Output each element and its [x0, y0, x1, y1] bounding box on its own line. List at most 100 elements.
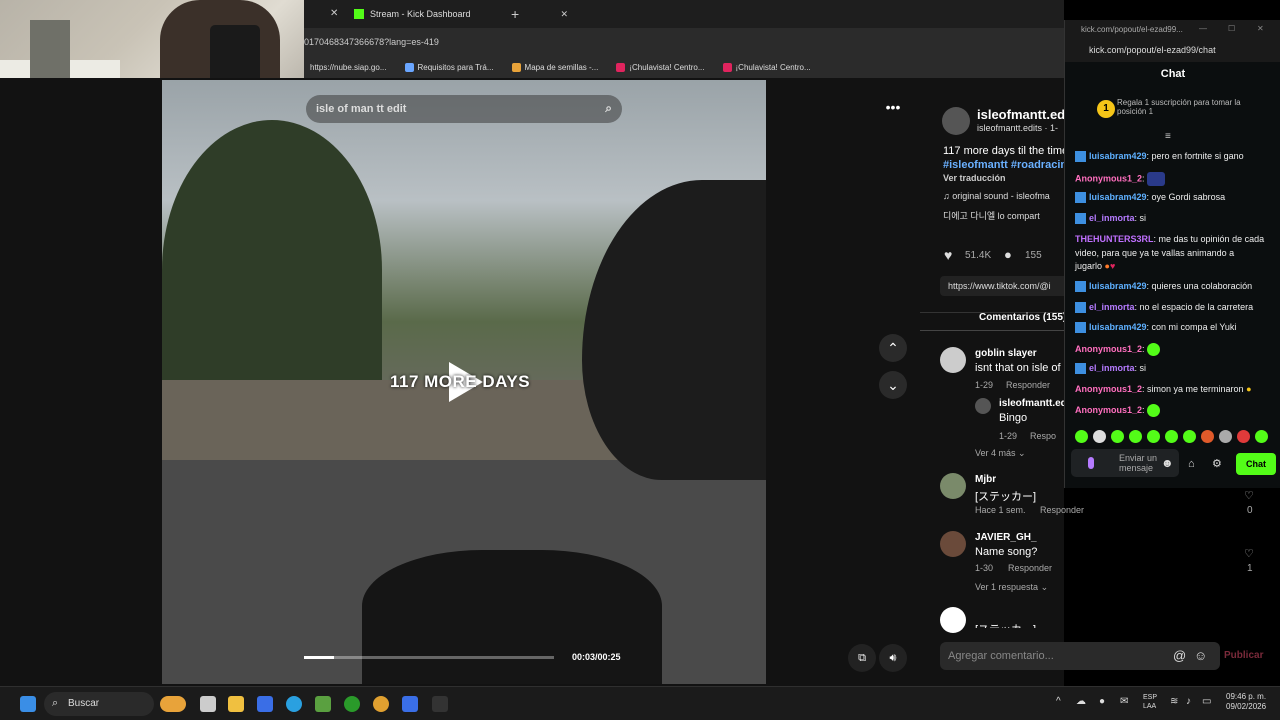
emote-icon[interactable] [1183, 430, 1196, 443]
chat-user[interactable]: THEHUNTERS3RL [1075, 234, 1154, 244]
volume-icon[interactable]: ♪ [1186, 696, 1191, 707]
comment-user[interactable]: isleofmantt.edi [999, 398, 1064, 409]
post-hashtags[interactable]: #isleofmantt #roadracin [943, 159, 1064, 171]
comment-user[interactable]: Mjbr [975, 474, 996, 485]
comment-input[interactable]: Agregar comentario... @ ☺ [940, 642, 1220, 670]
emote-icon[interactable] [1165, 430, 1178, 443]
bookmark-4[interactable]: ¡Chulavista! Centro... [616, 62, 705, 72]
task-view-icon[interactable] [200, 696, 216, 712]
avatar[interactable] [975, 398, 991, 414]
wifi-icon[interactable]: ≋ [1170, 696, 1178, 707]
microphone-icon[interactable] [1088, 457, 1094, 469]
translate-link[interactable]: Ver traducción [943, 173, 1006, 183]
previous-video-button[interactable]: ⌃ [879, 334, 907, 362]
message-icon[interactable]: ✉ [1120, 696, 1128, 707]
comment-user[interactable]: JAVIER_GH_ [975, 532, 1037, 543]
reply-button[interactable]: Respo [1030, 431, 1056, 441]
taskbar-search[interactable]: ⌕ Buscar [44, 692, 154, 716]
send-chat-button[interactable]: Chat [1236, 453, 1276, 475]
view-more-replies[interactable]: Ver 4 más ⌄ [975, 448, 1026, 459]
avatar[interactable] [940, 607, 966, 633]
bookmark-5[interactable]: ¡Chulavista! Centro... [722, 62, 811, 72]
sound-row[interactable]: ♫ original sound - isleofma [943, 191, 1050, 201]
avatar[interactable] [940, 473, 966, 499]
emote-icon[interactable] [1129, 430, 1142, 443]
comment-user[interactable]: goblin slayer [975, 348, 1037, 359]
mention-icon[interactable]: @ [1173, 648, 1186, 663]
progress-track[interactable] [304, 656, 554, 659]
close-icon[interactable]: ✕ [561, 9, 569, 20]
bookmark-2[interactable]: Requisitos para Trá... [404, 62, 494, 72]
new-tab-button[interactable]: + [511, 6, 519, 22]
chat-user[interactable]: luisabram429 [1089, 322, 1147, 332]
mic-icon[interactable]: ● [1099, 696, 1105, 707]
chat-user[interactable]: Anonymous1_2 [1075, 405, 1142, 415]
emote-icon[interactable] [1237, 430, 1250, 443]
address-bar[interactable]: 0170468347366678?lang=es-419 [304, 28, 1064, 56]
store-icon[interactable]: ⌂ [1188, 458, 1195, 470]
search-input[interactable]: isle of man tt edit ⌕ [306, 95, 622, 123]
outlook-icon[interactable] [402, 696, 418, 712]
emote-icon[interactable] [1255, 430, 1268, 443]
reply-button[interactable]: Responder [1040, 505, 1084, 515]
bookmark-1[interactable]: https://nube.siap.go... [310, 63, 387, 72]
avatar[interactable] [940, 531, 966, 557]
post-comment-button[interactable]: Publicar [1224, 650, 1263, 661]
next-video-button[interactable]: ⌄ [879, 371, 907, 399]
collapse-icon[interactable]: ≡ [1165, 131, 1171, 142]
chat-message-input[interactable]: Enviar un mensaje ☻ [1071, 449, 1179, 477]
view-replies[interactable]: Ver 1 respuesta ⌄ [975, 582, 1048, 593]
chat-user[interactable]: Anonymous1_2 [1075, 173, 1142, 183]
gear-icon[interactable]: ⚙ [1212, 457, 1222, 470]
more-options-icon[interactable]: ••• [879, 93, 907, 121]
share-link-field[interactable]: https://www.tiktok.com/@i [940, 276, 1064, 296]
comment-icon[interactable]: ● [1004, 247, 1012, 262]
emote-icon[interactable] [1111, 430, 1124, 443]
chat-user[interactable]: Anonymous1_2 [1075, 344, 1142, 354]
minecraft-icon[interactable] [315, 696, 331, 712]
tab-kick-dashboard[interactable]: Stream - Kick Dashboard ✕ [354, 4, 568, 24]
close-icon[interactable]: ✕ [1257, 24, 1264, 33]
edge-icon[interactable] [286, 696, 302, 712]
heart-icon[interactable]: ♡ [1244, 489, 1254, 502]
chat-user[interactable]: luisabram429 [1089, 192, 1147, 202]
search-icon[interactable]: ⌕ [605, 101, 612, 116]
app-icon[interactable] [432, 696, 448, 712]
minimize-icon[interactable]: — [1199, 24, 1207, 33]
clock[interactable]: 09:46 p. m. 09/02/2026 [1226, 692, 1266, 712]
xbox-icon[interactable] [344, 696, 360, 712]
chrome-icon[interactable] [373, 696, 389, 712]
gift-sub-promo[interactable]: Regala 1 suscripción para tomar la posic… [1089, 98, 1269, 116]
heart-icon[interactable]: ♥ [944, 247, 952, 263]
windows-start-icon[interactable] [20, 696, 36, 712]
language-indicator[interactable]: ESP LAA [1143, 693, 1157, 711]
reply-button[interactable]: Responder [1006, 380, 1050, 390]
emote-icon[interactable] [1219, 430, 1232, 443]
chevron-up-icon[interactable]: ^ [1056, 696, 1061, 707]
bookmark-3[interactable]: Mapa de semillas -... [511, 62, 598, 72]
chat-user[interactable]: el_inmorta [1089, 302, 1135, 312]
emoji-icon[interactable]: ☺ [1194, 648, 1207, 663]
post-username[interactable]: isleofmantt.edi [977, 107, 1064, 122]
volume-icon[interactable]: 🔊︎ [879, 644, 907, 672]
chat-user[interactable]: Anonymous1_2 [1075, 384, 1142, 394]
heart-icon[interactable]: ♡ [1244, 547, 1254, 560]
close-icon[interactable]: ✕ [330, 8, 338, 19]
cloud-icon[interactable]: ☁ [1076, 696, 1086, 707]
emote-icon[interactable] [1201, 430, 1214, 443]
pip-icon[interactable]: ⧉ [848, 644, 876, 672]
battery-icon[interactable]: ▭ [1202, 696, 1211, 707]
emoji-icon[interactable]: ☻ [1161, 456, 1174, 470]
store-icon[interactable] [257, 696, 273, 712]
file-explorer-icon[interactable] [228, 696, 244, 712]
emote-icon[interactable] [1075, 430, 1088, 443]
maximize-icon[interactable]: ☐ [1228, 24, 1235, 33]
chat-user[interactable]: el_inmorta [1089, 363, 1135, 373]
emote-icon[interactable] [1147, 430, 1160, 443]
chat-user[interactable]: luisabram429 [1089, 151, 1147, 161]
reply-button[interactable]: Responder [1008, 563, 1052, 573]
chat-user[interactable]: luisabram429 [1089, 281, 1147, 291]
popout-url-bar[interactable]: kick.com/popout/el-ezad99/chat [1065, 40, 1280, 62]
avatar[interactable] [942, 107, 970, 135]
emote-icon[interactable] [1093, 430, 1106, 443]
